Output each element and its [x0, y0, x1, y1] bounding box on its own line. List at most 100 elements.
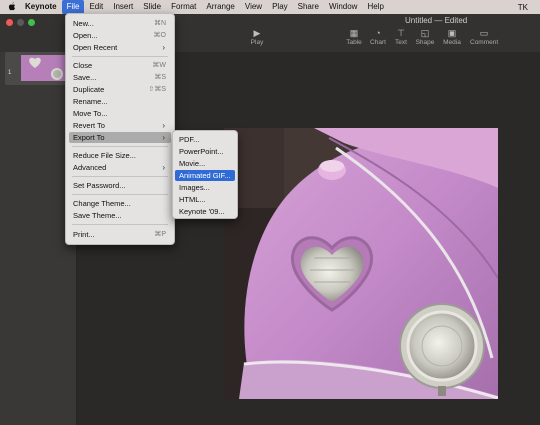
menu-play[interactable]: Play — [267, 0, 293, 14]
menu-item-reduce-file-size[interactable]: Reduce File Size... — [69, 150, 171, 161]
slide-thumbnail-image[interactable] — [21, 55, 67, 81]
menu-share[interactable]: Share — [293, 0, 324, 14]
menu-app-keynote[interactable]: Keynote — [20, 0, 62, 14]
menu-window[interactable]: Window — [324, 0, 362, 14]
menu-item-save-theme[interactable]: Save Theme... — [69, 210, 171, 221]
export-item-images[interactable]: Images... — [175, 182, 235, 193]
shape-button[interactable]: ◱ Shape — [411, 28, 439, 46]
menu-item-print[interactable]: Print... ⌘P — [69, 229, 171, 240]
shape-icon: ◱ — [420, 28, 430, 38]
menu-item-new[interactable]: New... ⌘N — [69, 18, 171, 29]
menu-insert[interactable]: Insert — [108, 0, 138, 14]
menu-item-rename[interactable]: Rename... — [69, 96, 171, 107]
menu-bar: Keynote File Edit Insert Slide Format Ar… — [0, 0, 540, 14]
window-zoom-button[interactable] — [28, 19, 35, 26]
menu-item-change-theme[interactable]: Change Theme... — [69, 198, 171, 209]
menu-separator — [72, 194, 168, 195]
export-item-keynote-09-label: Keynote '09... — [179, 207, 225, 216]
menu-item-set-password-label: Set Password... — [73, 181, 126, 190]
document-title[interactable]: Untitled — Edited — [405, 16, 467, 25]
export-item-animated-gif[interactable]: Animated GIF... — [175, 170, 235, 181]
menu-file[interactable]: File — [61, 0, 85, 14]
menu-item-change-theme-label: Change Theme... — [73, 199, 131, 208]
menu-item-revert-to-label: Revert To — [73, 121, 105, 130]
menu-view[interactable]: View — [240, 0, 267, 14]
menu-item-set-password[interactable]: Set Password... — [69, 180, 171, 191]
media-button[interactable]: ▣ Media — [438, 28, 466, 46]
menu-item-revert-to[interactable]: Revert To › — [69, 120, 171, 131]
menu-item-close[interactable]: Close ⌘W — [69, 60, 171, 71]
menu-item-duplicate-label: Duplicate — [73, 85, 105, 94]
menu-item-advanced[interactable]: Advanced › — [69, 162, 171, 173]
shape-label: Shape — [415, 39, 435, 46]
menu-item-move-to[interactable]: Move To... — [69, 108, 171, 119]
menu-separator — [72, 146, 168, 147]
export-item-movie-label: Movie... — [179, 159, 206, 168]
media-icon: ▣ — [447, 28, 457, 38]
chart-label: Chart — [370, 39, 386, 46]
comment-icon: ▭ — [479, 28, 489, 38]
play-label: Play — [250, 39, 264, 46]
menu-format[interactable]: Format — [166, 0, 201, 14]
slide-thumbnail-item[interactable]: 1 — [5, 52, 68, 85]
menu-separator — [72, 176, 168, 177]
menu-item-close-shortcut: ⌘W — [152, 62, 166, 69]
menu-help[interactable]: Help — [362, 0, 388, 14]
menu-item-duplicate-shortcut: ⇧⌘S — [148, 86, 166, 93]
export-item-pdf[interactable]: PDF... — [175, 134, 235, 145]
menu-item-rename-label: Rename... — [73, 97, 108, 106]
export-item-images-label: Images... — [179, 183, 210, 192]
export-item-animated-gif-label: Animated GIF... — [179, 171, 231, 180]
chevron-right-icon: › — [162, 163, 165, 172]
file-menu: New... ⌘N Open... ⌘O Open Recent › Close… — [65, 13, 175, 245]
menu-item-print-label: Print... — [73, 230, 95, 239]
menu-item-open-shortcut: ⌘O — [153, 32, 166, 39]
menu-item-export-to[interactable]: Export To › — [69, 132, 171, 143]
menu-slide[interactable]: Slide — [138, 0, 166, 14]
menu-separator — [72, 224, 168, 225]
menu-separator — [72, 56, 168, 57]
chevron-right-icon: › — [162, 43, 165, 52]
export-item-pdf-label: PDF... — [179, 135, 200, 144]
menu-item-close-label: Close — [73, 61, 93, 70]
export-item-html[interactable]: HTML... — [175, 194, 235, 205]
menu-item-save[interactable]: Save... ⌘S — [69, 72, 171, 83]
window-close-button[interactable] — [6, 19, 13, 26]
menu-item-open-recent[interactable]: Open Recent › — [69, 42, 171, 53]
menu-item-duplicate[interactable]: Duplicate ⇧⌘S — [69, 84, 171, 95]
menu-item-save-shortcut: ⌘S — [154, 74, 166, 81]
slide-number: 1 — [8, 70, 12, 76]
media-label: Media — [443, 39, 461, 46]
comment-button[interactable]: ▭ Comment — [470, 28, 498, 46]
play-button[interactable]: ▶ Play — [243, 28, 271, 46]
menu-item-print-shortcut: ⌘P — [154, 231, 166, 238]
export-item-keynote-09[interactable]: Keynote '09... — [175, 206, 235, 217]
comment-label: Comment — [470, 39, 499, 46]
export-submenu: PDF... PowerPoint... Movie... Animated G… — [172, 130, 238, 219]
export-item-powerpoint[interactable]: PowerPoint... — [175, 146, 235, 157]
menu-item-new-shortcut: ⌘N — [153, 20, 166, 27]
text-label: Text — [395, 39, 407, 46]
menu-item-new-label: New... — [73, 19, 94, 28]
export-item-movie[interactable]: Movie... — [175, 158, 235, 169]
menu-arrange[interactable]: Arrange — [201, 0, 239, 14]
slide-image[interactable] — [224, 128, 498, 399]
window-minimize-button[interactable] — [17, 19, 24, 26]
table-label: Table — [346, 39, 362, 46]
chevron-right-icon: › — [162, 133, 165, 142]
export-item-html-label: HTML... — [179, 195, 206, 204]
menu-item-advanced-label: Advanced — [73, 163, 107, 172]
user-initials[interactable]: TK — [518, 3, 528, 12]
menu-item-open-recent-label: Open Recent — [73, 43, 118, 52]
menu-edit[interactable]: Edit — [84, 0, 108, 14]
chevron-right-icon: › — [162, 121, 165, 130]
apple-logo-icon[interactable] — [4, 1, 20, 13]
menu-item-open-label: Open... — [73, 31, 98, 40]
play-icon: ▶ — [253, 28, 261, 38]
menu-item-open[interactable]: Open... ⌘O — [69, 30, 171, 41]
menu-item-export-to-label: Export To — [73, 133, 105, 142]
export-item-powerpoint-label: PowerPoint... — [179, 147, 224, 156]
menu-item-move-to-label: Move To... — [73, 109, 108, 118]
menu-item-reduce-file-size-label: Reduce File Size... — [73, 151, 136, 160]
menu-item-save-theme-label: Save Theme... — [73, 211, 122, 220]
